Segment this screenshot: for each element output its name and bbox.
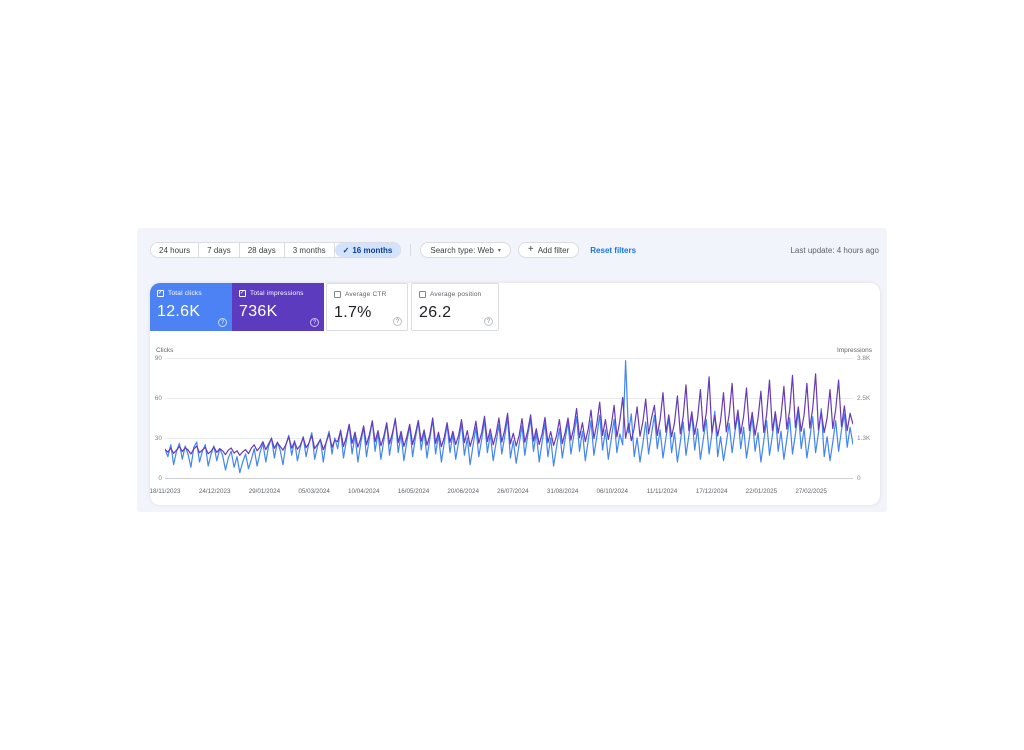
x-axis-labels: 18/11/2023 24/12/2023 29/01/2024 05/03/2024… (150, 488, 880, 498)
left-axis-tick: 30 (150, 435, 162, 442)
right-axis-tick: 2.5K (857, 395, 870, 402)
filter-divider (410, 244, 411, 256)
metric-value: 736K (239, 303, 317, 321)
metric-value: 12.6K (157, 303, 225, 321)
search-type-dropdown[interactable]: Search type: Web ▾ (420, 242, 510, 258)
date-range-label: 3 months (293, 246, 326, 255)
help-icon[interactable]: ? (393, 317, 402, 326)
chart-plot-area[interactable] (165, 358, 853, 479)
reset-filters-link[interactable]: Reset filters (590, 246, 636, 255)
checkbox-checked-icon[interactable]: ✓ (239, 290, 246, 297)
date-range-label: 24 hours (159, 246, 190, 255)
help-icon[interactable]: ? (484, 317, 493, 326)
metric-tile-header: ✓ Total impressions (239, 290, 317, 297)
x-axis-date-label: 10/04/2024 (348, 488, 380, 495)
x-axis-date-label: 05/03/2024 (298, 488, 330, 495)
left-axis-tick: 60 (150, 395, 162, 402)
filter-bar: 24 hours7 days28 days3 months✓16 months … (150, 242, 879, 258)
x-axis-date-label: 27/02/2025 (795, 488, 827, 495)
x-axis-date-label: 29/01/2024 (249, 488, 281, 495)
performance-chart: Clicks Impressions 18/11/2023 24/12/2023 2… (150, 347, 880, 502)
right-axis-tick: 1.3K (857, 435, 870, 442)
checkbox-unchecked-icon[interactable] (419, 291, 426, 298)
left-axis-tick: 90 (150, 355, 162, 362)
x-axis-date-label: 18/11/2023 (149, 488, 180, 495)
last-update-text: Last update: 4 hours ago (790, 246, 879, 255)
x-axis-date-label: 06/10/2024 (597, 488, 629, 495)
x-axis-date-label: 17/12/2024 (696, 488, 728, 495)
metric-tiles: ✓ Total clicks 12.6K? ✓ Total impressions 736… (150, 283, 880, 331)
metric-tile-total-clicks[interactable]: ✓ Total clicks 12.6K? (150, 283, 232, 331)
performance-card: ✓ Total clicks 12.6K? ✓ Total impressions 736… (150, 283, 880, 505)
chevron-down-icon: ▾ (498, 247, 501, 254)
x-axis-date-label: 16/05/2024 (398, 488, 430, 495)
x-axis-date-label: 26/07/2024 (497, 488, 529, 495)
left-axis-tick: 0 (150, 475, 162, 482)
left-axis-title: Clicks (156, 347, 173, 354)
help-icon[interactable]: ? (218, 318, 227, 327)
right-axis-tick: 3.8K (857, 355, 870, 362)
search-type-label: Search type: Web (430, 246, 493, 255)
date-range-28-days[interactable]: 28 days (240, 243, 285, 257)
x-axis-date-label: 20/06/2024 (447, 488, 479, 495)
date-range-label: 7 days (207, 246, 231, 255)
date-range-24-hours[interactable]: 24 hours (151, 243, 199, 257)
performance-panel: 24 hours7 days28 days3 months✓16 months … (137, 228, 887, 512)
clicks-line (165, 361, 853, 473)
metric-tile-header: Average CTR (334, 291, 400, 298)
date-range-label: 28 days (248, 246, 276, 255)
help-icon[interactable]: ? (310, 318, 319, 327)
metric-label: Total impressions (250, 290, 304, 297)
check-icon: ✓ (343, 246, 350, 255)
date-range-16-months[interactable]: ✓16 months (335, 243, 401, 257)
x-axis-date-label: 24/12/2023 (199, 488, 231, 495)
add-filter-button[interactable]: + Add filter (518, 242, 579, 258)
metric-value: 1.7% (334, 304, 400, 322)
x-axis-date-label: 11/11/2024 (647, 488, 678, 495)
metric-tile-total-impressions[interactable]: ✓ Total impressions 736K? (232, 283, 324, 331)
metric-value: 26.2 (419, 304, 491, 322)
metric-tile-header: ✓ Total clicks (157, 290, 225, 297)
metric-tile-header: Average position (419, 291, 491, 298)
plus-icon: + (528, 246, 534, 254)
metric-label: Average CTR (345, 291, 386, 298)
metric-label: Total clicks (168, 290, 202, 297)
date-range-selector: 24 hours 7 days 28 days 3 months ✓16 months (150, 242, 401, 258)
date-range-label: 16 months (352, 246, 392, 255)
right-axis-title: Impressions (837, 347, 872, 354)
x-axis-date-label: 31/08/2024 (547, 488, 579, 495)
metric-label: Average position (430, 291, 482, 298)
date-range-3-months[interactable]: 3 months (285, 243, 335, 257)
x-axis-date-label: 22/01/2025 (746, 488, 778, 495)
right-axis-tick: 0 (857, 475, 861, 482)
metric-tile-average-position[interactable]: Average position 26.2? (411, 283, 499, 331)
add-filter-label: Add filter (538, 246, 570, 255)
checkbox-checked-icon[interactable]: ✓ (157, 290, 164, 297)
metric-tile-average-ctr[interactable]: Average CTR 1.7%? (326, 283, 408, 331)
checkbox-unchecked-icon[interactable] (334, 291, 341, 298)
date-range-7-days[interactable]: 7 days (199, 243, 240, 257)
